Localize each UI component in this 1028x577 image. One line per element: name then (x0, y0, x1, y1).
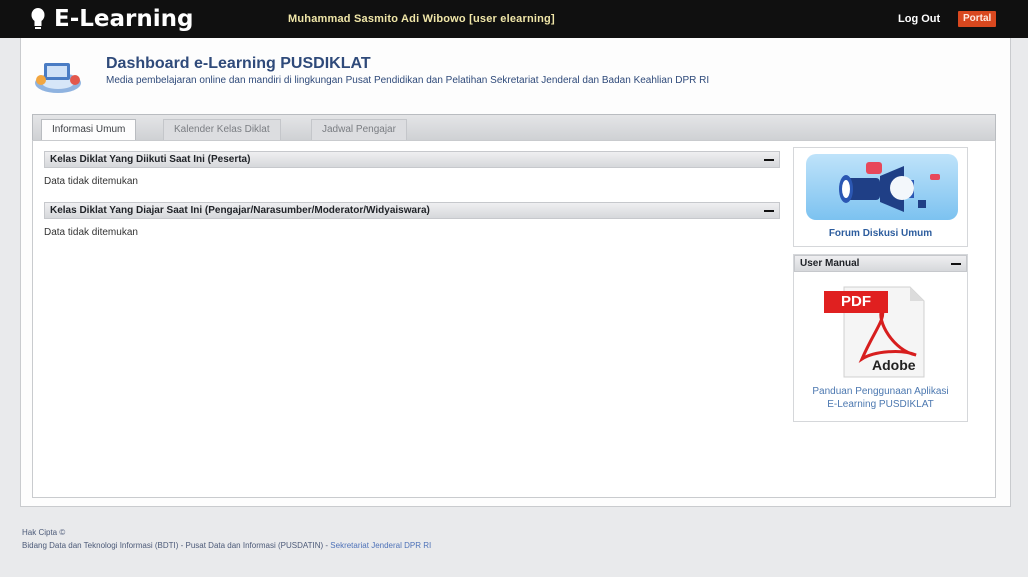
panel-body-pengajar: Data tidak ditemukan (44, 227, 138, 238)
panel-header-pengajar: Kelas Diklat Yang Diajar Saat Ini (Penga… (44, 202, 780, 219)
panduan-penggunaan-link[interactable]: Panduan Penggunaan Aplikasi E-Learning P… (794, 385, 967, 411)
light-bulb-icon (30, 7, 46, 31)
page-title: Dashboard e-Learning PUSDIKLAT (106, 55, 371, 72)
forum-diskusi-link[interactable]: Forum Diskusi Umum (794, 228, 967, 239)
panel-body-peserta: Data tidak ditemukan (44, 176, 138, 187)
forum-discussion-icon[interactable] (806, 154, 958, 220)
user-manual-title: User Manual (800, 258, 860, 269)
panel-header-peserta: Kelas Diklat Yang Diikuti Saat Ini (Pese… (44, 151, 780, 168)
top-navbar: E-Learning Muhammad Sasmito Adi Wibowo [… (0, 0, 1028, 38)
panel-title: Kelas Diklat Yang Diajar Saat Ini (Penga… (50, 205, 430, 216)
tab-content: Kelas Diklat Yang Diikuti Saat Ini (Pese… (32, 140, 996, 498)
logout-link[interactable]: Log Out (898, 13, 940, 25)
collapse-icon[interactable] (764, 210, 774, 212)
tab-kalender-kelas-diklat[interactable]: Kalender Kelas Diklat (163, 119, 281, 140)
user-manual-card: User Manual PDF Adobe Panduan Penggunaan… (793, 254, 968, 422)
page-subtitle: Media pembelajaran online dan mandiri di… (106, 75, 710, 86)
adobe-label: Adobe (872, 357, 916, 373)
footer-copyright: Hak Cipta © (22, 528, 66, 537)
pdf-document-icon[interactable]: PDF Adobe (824, 281, 944, 381)
elearning-logo (33, 56, 83, 96)
collapse-icon[interactable] (764, 159, 774, 161)
portal-button[interactable]: Portal (958, 11, 997, 27)
user-manual-header: User Manual (794, 255, 967, 272)
current-user-label: Muhammad Sasmito Adi Wibowo [user elearn… (288, 13, 555, 25)
tab-jadwal-pengajar[interactable]: Jadwal Pengajar (311, 119, 407, 140)
main-container: Dashboard e-Learning PUSDIKLAT Media pem… (20, 38, 1011, 507)
forum-card[interactable]: Forum Diskusi Umum (793, 147, 968, 247)
panel-title: Kelas Diklat Yang Diikuti Saat Ini (Pese… (50, 154, 251, 165)
tab-informasi-umum[interactable]: Informasi Umum (41, 119, 137, 141)
footer-text: Bidang Data dan Teknologi Informasi (BDT… (22, 541, 331, 550)
collapse-icon[interactable] (951, 263, 961, 265)
tab-bar: Informasi Umum Kalender Kelas Diklat Jad… (32, 114, 996, 141)
footer-info: Bidang Data dan Teknologi Informasi (BDT… (22, 541, 431, 550)
pdf-label: PDF (824, 291, 888, 313)
footer-link-setjen[interactable]: Sekretariat Jenderal DPR RI (330, 541, 431, 550)
brand[interactable]: E-Learning (30, 5, 193, 33)
brand-name: E-Learning (54, 6, 194, 32)
